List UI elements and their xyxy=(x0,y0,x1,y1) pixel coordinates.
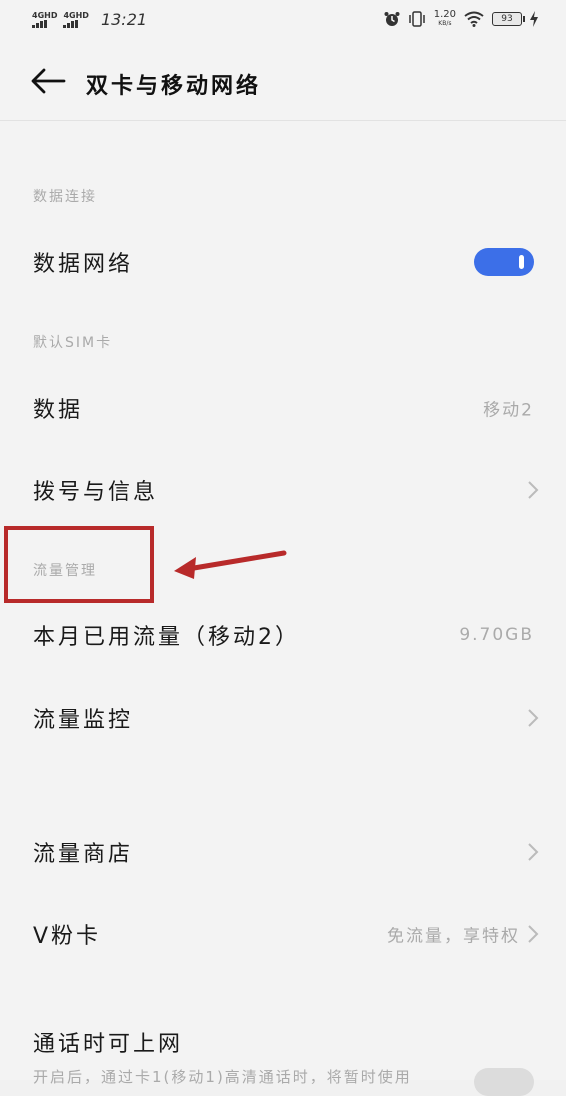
network-speed: 1.20 KB/s xyxy=(434,10,456,28)
chevron-right-icon xyxy=(528,843,539,861)
online-during-call-toggle[interactable] xyxy=(474,1068,534,1096)
sim1-network-type: 4GHD xyxy=(32,10,58,20)
wifi-icon xyxy=(464,11,484,27)
row-online-during-call[interactable]: 通话时可上网 xyxy=(0,1022,566,1062)
row-call-sms[interactable]: 拨号与信息 xyxy=(0,460,566,520)
row-traffic-monitor[interactable]: 流量监控 xyxy=(0,688,566,748)
traffic-store-label: 流量商店 xyxy=(33,842,134,867)
status-left: 4GHD 4GHD 13:21 xyxy=(32,10,147,29)
alarm-icon xyxy=(384,12,400,26)
page-title: 双卡与移动网络 xyxy=(86,74,262,99)
monthly-usage-label: 本月已用流量（移动2） xyxy=(33,625,300,650)
row-traffic-store[interactable]: 流量商店 xyxy=(0,822,566,882)
call-sms-label: 拨号与信息 xyxy=(33,480,159,505)
toggle-knob xyxy=(519,255,524,269)
status-time: 13:21 xyxy=(100,10,148,29)
status-bar: 4GHD 4GHD 13:21 1.20 KB/s 93 xyxy=(0,0,566,42)
section-label-data-connection: 数据连接 xyxy=(33,189,97,205)
row-v-fan-card[interactable]: V粉卡 免流量，享特权 xyxy=(0,904,566,964)
chevron-right-icon xyxy=(528,481,539,499)
vibrate-icon xyxy=(408,11,425,27)
sim2-signal-icon: 4GHD xyxy=(63,10,89,28)
traffic-monitor-label: 流量监控 xyxy=(33,708,134,733)
speed-unit: KB/s xyxy=(438,20,452,27)
data-value: 移动2 xyxy=(483,400,534,421)
chevron-right-icon xyxy=(528,925,539,943)
speed-value: 1.20 xyxy=(433,9,456,20)
charging-icon xyxy=(530,11,538,27)
section-label-default-sim: 默认SIM卡 xyxy=(33,335,113,351)
chevron-right-icon xyxy=(528,709,539,727)
data-network-toggle[interactable] xyxy=(474,248,534,276)
row-monthly-usage[interactable]: 本月已用流量（移动2） 9.70GB xyxy=(0,605,566,665)
settings-screen: 4GHD 4GHD 13:21 1.20 KB/s 93 双卡与移动网络 数据连… xyxy=(0,0,566,1096)
sim1-signal-icon: 4GHD xyxy=(32,10,58,28)
data-label: 数据 xyxy=(33,398,84,423)
annotation-arrow-icon xyxy=(174,550,287,579)
v-fan-card-value: 免流量，享特权 xyxy=(387,926,520,947)
v-fan-card-label: V粉卡 xyxy=(33,924,102,949)
status-right: 1.20 KB/s 93 xyxy=(384,10,538,28)
battery-icon: 93 xyxy=(492,12,525,26)
header: 双卡与移动网络 xyxy=(0,42,566,121)
sim2-network-type: 4GHD xyxy=(63,10,89,20)
online-during-call-subtext: 开启后，通过卡1(移动1)高清通话时，将暂时使用 xyxy=(33,1068,412,1086)
online-during-call-label: 通话时可上网 xyxy=(33,1032,184,1057)
battery-level: 93 xyxy=(501,14,513,24)
monthly-usage-value: 9.70GB xyxy=(459,625,534,645)
data-network-label: 数据网络 xyxy=(33,252,134,277)
row-data[interactable]: 数据 移动2 xyxy=(0,378,566,438)
back-arrow-icon[interactable] xyxy=(30,66,66,96)
annotation-highlight-box xyxy=(4,526,154,603)
row-data-network[interactable]: 数据网络 xyxy=(0,232,566,292)
